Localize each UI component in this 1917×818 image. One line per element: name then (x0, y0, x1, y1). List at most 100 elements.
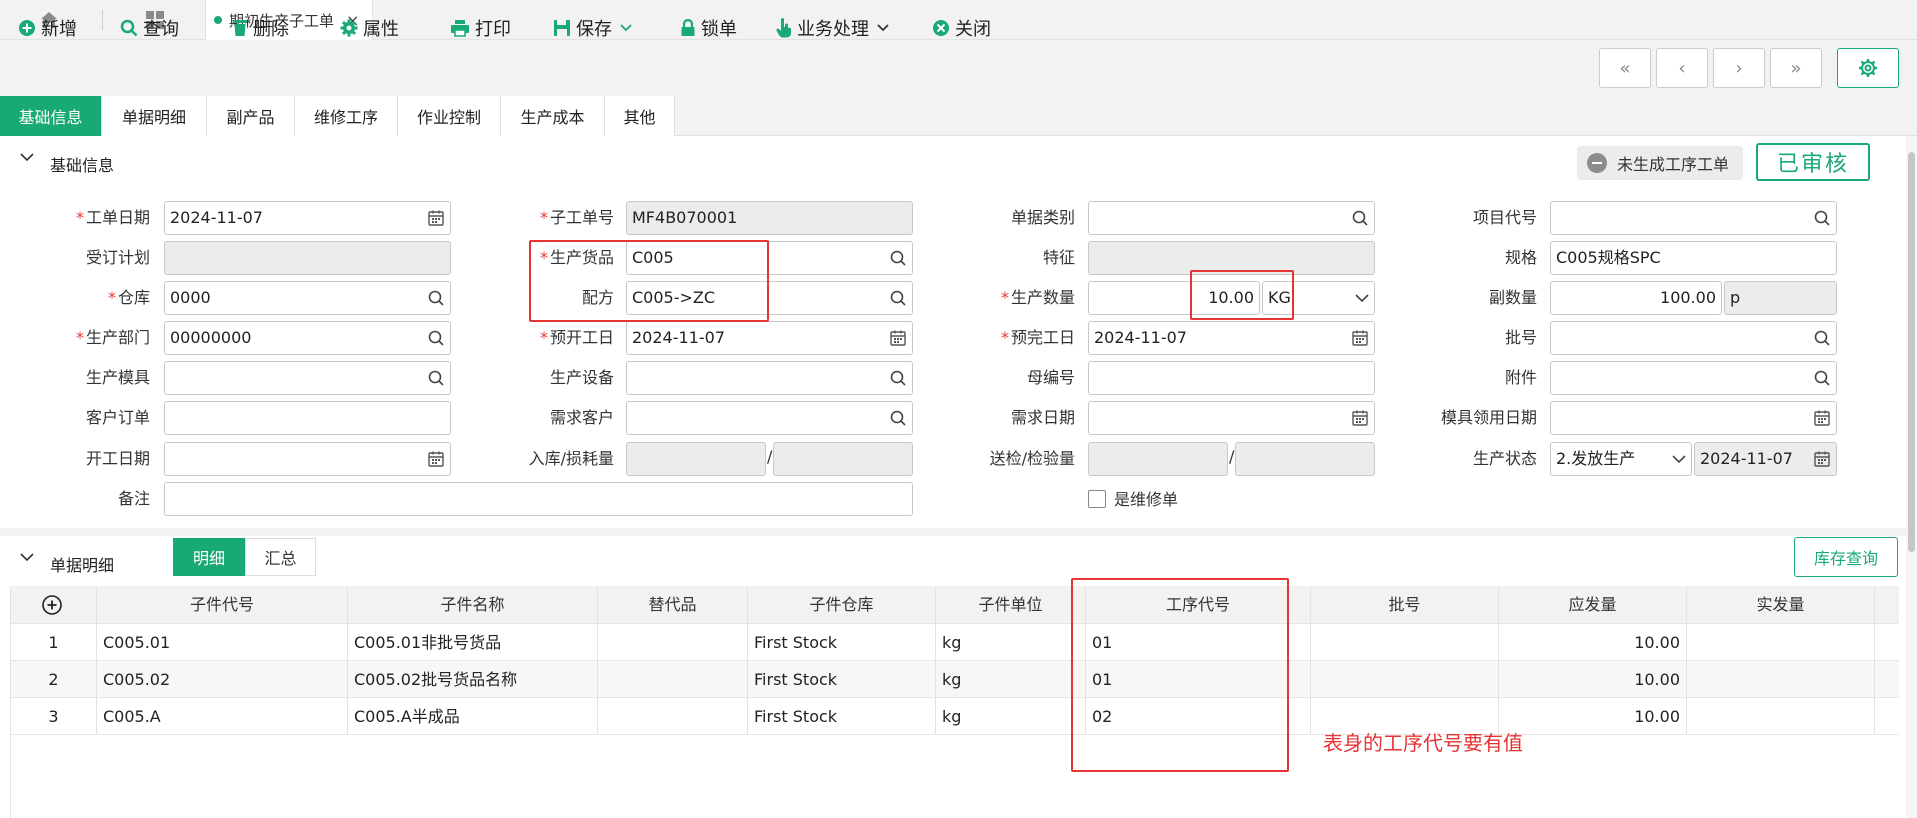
lock-button[interactable]: 锁单 (680, 14, 737, 42)
search-icon[interactable] (1813, 329, 1831, 347)
cell-batch[interactable] (1311, 661, 1499, 697)
calendar-icon[interactable] (889, 329, 907, 347)
tab-production-cost[interactable]: 生产成本 (501, 96, 605, 136)
cell-qty-actual[interactable] (1687, 661, 1875, 697)
business-process-button[interactable]: 业务处理 (776, 14, 894, 42)
cell-process-code[interactable]: 01 (1086, 661, 1311, 697)
add-row-button[interactable] (11, 586, 97, 623)
spec-field[interactable]: C005规格SPC (1550, 241, 1837, 275)
calendar-icon[interactable] (1813, 450, 1831, 468)
search-icon[interactable] (427, 329, 445, 347)
chevron-down-icon[interactable] (877, 24, 889, 32)
work-date-field[interactable]: 2024-11-07 (164, 201, 451, 235)
calendar-icon[interactable] (1351, 329, 1369, 347)
search-icon[interactable] (889, 289, 907, 307)
chevron-down-icon[interactable] (20, 152, 34, 162)
table-row[interactable]: 2 C005.02 C005.02批号货品名称 First Stock kg 0… (11, 661, 1899, 698)
cell-part-unit[interactable]: kg (936, 698, 1086, 734)
doc-category-field[interactable] (1088, 201, 1375, 235)
search-icon[interactable] (427, 289, 445, 307)
search-icon[interactable] (427, 369, 445, 387)
prod-status-date-field[interactable]: 2024-11-07 (1694, 442, 1837, 476)
col-header-part-code[interactable]: 子件代号 (97, 586, 348, 623)
close-button[interactable]: 关闭 (932, 14, 991, 42)
print-button[interactable]: 打印 (450, 14, 511, 42)
stock-query-button[interactable]: 库存查询 (1794, 537, 1898, 577)
tab-other[interactable]: 其他 (605, 96, 675, 136)
col-header-part-name[interactable]: 子件名称 (348, 586, 598, 623)
vertical-scrollbar[interactable] (1906, 136, 1917, 818)
tab-repair-process[interactable]: 维修工序 (295, 96, 398, 136)
chevron-down-icon[interactable] (620, 24, 632, 32)
parent-no-field[interactable] (1088, 361, 1375, 395)
col-header-process-code[interactable]: 工序代号 (1086, 586, 1311, 623)
search-icon[interactable] (889, 369, 907, 387)
cell-batch[interactable] (1311, 624, 1499, 660)
warehouse-field[interactable]: 0000 (164, 281, 451, 315)
plan-finish-field[interactable]: 2024-11-07 (1088, 321, 1375, 355)
mold-field[interactable] (164, 361, 451, 395)
calendar-icon[interactable] (427, 450, 445, 468)
summary-view-toggle[interactable]: 汇总 (245, 538, 316, 576)
calendar-icon[interactable] (427, 209, 445, 227)
tab-by-products[interactable]: 副产品 (207, 96, 295, 136)
delete-button[interactable]: 删除 (232, 14, 289, 42)
formula-field[interactable]: C005->ZC (626, 281, 913, 315)
col-header-qty-due[interactable]: 应发量 (1499, 586, 1687, 623)
prev-record-button[interactable]: ‹ (1656, 48, 1708, 88)
detail-view-toggle[interactable]: 明细 (173, 538, 245, 576)
cell-substitute[interactable] (598, 698, 748, 734)
cell-part-warehouse[interactable]: First Stock (748, 661, 936, 697)
search-icon[interactable] (889, 249, 907, 267)
demand-date-field[interactable] (1088, 401, 1375, 435)
cell-qty-actual[interactable] (1687, 698, 1875, 734)
chevron-down-icon[interactable] (1355, 294, 1369, 303)
new-button[interactable]: 新增 (18, 14, 77, 42)
cell-process-code[interactable]: 01 (1086, 624, 1311, 660)
demand-customer-field[interactable] (626, 401, 913, 435)
properties-button[interactable]: 属性 (340, 14, 399, 42)
is-repair-checkbox[interactable] (1088, 490, 1106, 508)
product-field[interactable]: C005 (626, 241, 913, 275)
cell-part-unit[interactable]: kg (936, 661, 1086, 697)
cell-part-code[interactable]: C005.A (97, 698, 348, 734)
col-header-batch[interactable]: 批号 (1311, 586, 1499, 623)
mold-receive-date-field[interactable] (1550, 401, 1837, 435)
project-code-field[interactable] (1550, 201, 1837, 235)
calendar-icon[interactable] (1813, 409, 1831, 427)
first-record-button[interactable]: « (1599, 48, 1651, 88)
chevron-down-icon[interactable] (1672, 455, 1686, 464)
prod-status-select[interactable]: 2.发放生产 (1550, 442, 1692, 476)
remark-field[interactable] (164, 482, 913, 516)
cell-part-name[interactable]: C005.02批号货品名称 (348, 661, 598, 697)
quantity-unit-select[interactable]: KG (1262, 281, 1375, 315)
quantity-field[interactable]: 10.00 (1088, 281, 1260, 315)
cell-part-name[interactable]: C005.A半成品 (348, 698, 598, 734)
search-icon[interactable] (889, 409, 907, 427)
tab-job-control[interactable]: 作业控制 (398, 96, 501, 136)
cell-substitute[interactable] (598, 624, 748, 660)
tab-basic-info[interactable]: 基础信息 (0, 96, 102, 136)
col-header-part-unit[interactable]: 子件单位 (936, 586, 1086, 623)
cell-part-warehouse[interactable]: First Stock (748, 624, 936, 660)
plan-start-field[interactable]: 2024-11-07 (626, 321, 913, 355)
last-record-button[interactable]: » (1770, 48, 1822, 88)
cell-part-warehouse[interactable]: First Stock (748, 698, 936, 734)
cell-process-code[interactable]: 02 (1086, 698, 1311, 734)
sub-quantity-field[interactable]: 100.00 (1550, 281, 1722, 315)
col-header-qty-actual[interactable]: 实发量 (1687, 586, 1875, 623)
cell-substitute[interactable] (598, 661, 748, 697)
cell-qty-due[interactable]: 10.00 (1499, 624, 1687, 660)
cell-part-name[interactable]: C005.01非批号货品 (348, 624, 598, 660)
table-row[interactable]: 3 C005.A C005.A半成品 First Stock kg 02 10.… (11, 698, 1899, 735)
cell-part-unit[interactable]: kg (936, 624, 1086, 660)
next-record-button[interactable]: › (1713, 48, 1765, 88)
calendar-icon[interactable] (1351, 409, 1369, 427)
cell-qty-actual[interactable] (1687, 624, 1875, 660)
cell-part-code[interactable]: C005.02 (97, 661, 348, 697)
cell-qty-due[interactable]: 10.00 (1499, 698, 1687, 734)
batch-no-field[interactable] (1550, 321, 1837, 355)
customer-order-field[interactable] (164, 401, 451, 435)
save-button[interactable]: 保存 (553, 14, 637, 42)
start-date-field[interactable] (164, 442, 451, 476)
